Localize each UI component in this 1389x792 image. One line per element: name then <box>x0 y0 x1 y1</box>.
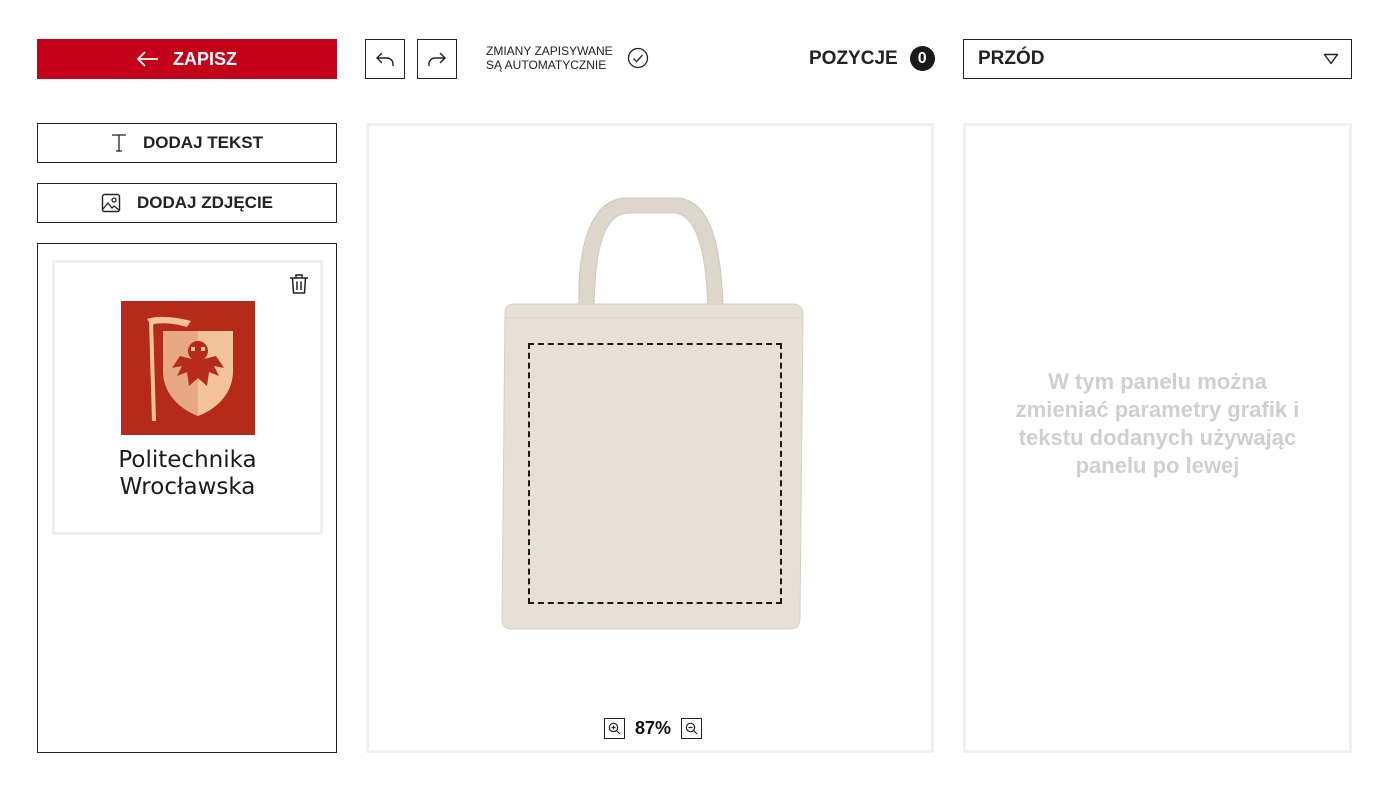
side-select[interactable]: PRZÓD <box>963 39 1352 79</box>
university-logo-mark <box>121 301 255 435</box>
zoom-out-button[interactable] <box>681 718 703 739</box>
arrow-left-icon <box>136 51 158 67</box>
redo-icon <box>428 52 446 66</box>
undo-button[interactable] <box>365 39 405 79</box>
properties-hint: W tym panelu można zmieniać parametry gr… <box>1015 369 1300 478</box>
zoom-in-button[interactable] <box>604 718 625 739</box>
layers-panel: Politechnika Wrocławska <box>37 243 337 753</box>
zoom-out-icon <box>685 722 698 735</box>
positions-counter: POZYCJE 0 <box>809 46 935 71</box>
undo-icon <box>376 52 394 66</box>
zoom-level: 87% <box>635 718 672 738</box>
zoom-in-icon <box>608 722 621 735</box>
check-circle-icon <box>627 47 648 69</box>
add-text-label: DODAJ TEKST <box>143 133 263 152</box>
autosave-status: ZMIANY ZAPISYWANE SĄ AUTOMATYCZNIE <box>486 44 649 72</box>
properties-panel: W tym panelu można zmieniać parametry gr… <box>963 123 1352 753</box>
delete-button[interactable] <box>289 273 309 300</box>
logo-line-1: Politechnika <box>118 447 257 473</box>
print-area[interactable] <box>528 343 782 604</box>
trash-icon <box>290 274 308 294</box>
side-select-value: PRZÓD <box>978 48 1045 69</box>
autosave-line-2: SĄ AUTOMATYCZNIE <box>486 58 607 72</box>
zoom-controls: 87% <box>604 718 703 739</box>
university-logo-wordmark: Politechnika Wrocławska <box>55 447 320 501</box>
image-icon <box>101 193 121 213</box>
design-canvas[interactable]: 87% <box>366 123 934 753</box>
positions-count-badge: 0 <box>909 46 935 71</box>
logo-line-2: Wrocławska <box>119 474 256 500</box>
text-icon <box>112 134 127 152</box>
layer-item-logo[interactable]: Politechnika Wrocławska <box>52 260 323 535</box>
add-image-button[interactable]: DODAJ ZDJĘCIE <box>37 183 337 223</box>
triangle-down-icon <box>1323 53 1339 65</box>
save-button[interactable]: ZAPISZ <box>37 39 337 79</box>
add-image-label: DODAJ ZDJĘCIE <box>136 193 274 212</box>
eagle-emblem-icon <box>147 316 233 421</box>
autosave-line-1: ZMIANY ZAPISYWANE <box>486 44 613 58</box>
add-text-button[interactable]: DODAJ TEKST <box>37 123 337 163</box>
positions-label: POZYCJE <box>809 47 898 69</box>
redo-button[interactable] <box>417 39 457 79</box>
save-label: ZAPISZ <box>172 48 237 69</box>
